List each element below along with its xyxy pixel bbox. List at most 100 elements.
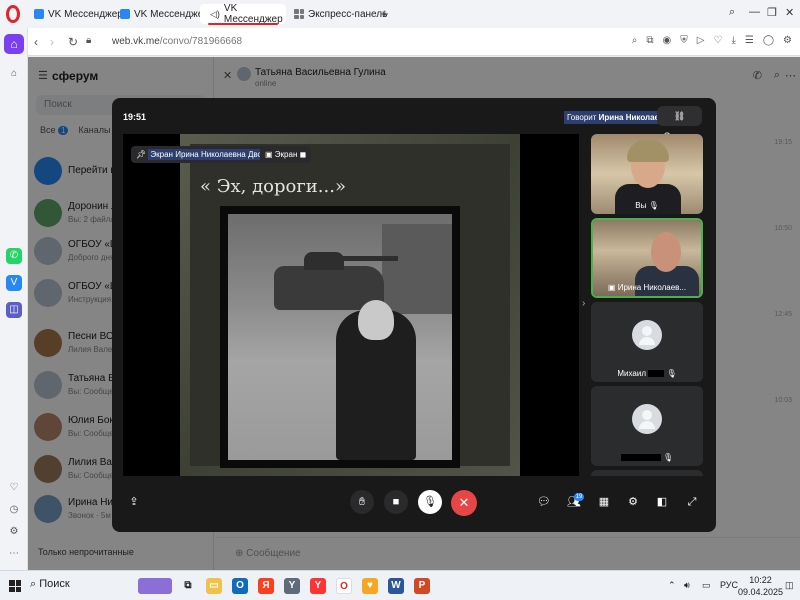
volume-icon[interactable]: 🔊︎	[684, 580, 690, 591]
play-icon[interactable]: ▷	[697, 35, 705, 46]
profile-icon[interactable]: ◯	[763, 35, 774, 46]
screen-share-view[interactable]: « Эх, дороги...» 📌︎ Экран Ирина Николаев…	[123, 134, 579, 476]
url-path: /convo/781966668	[159, 36, 243, 47]
heart-icon[interactable]: ♡	[6, 480, 22, 496]
notifications-icon[interactable]: ◫	[785, 580, 794, 591]
share-screen-icon[interactable]: ⇪	[122, 490, 146, 514]
address-bar: ‹ › ↻ 🔒︎ web.vk.me/convo/781966668 ⌕ ⧉ ◉…	[28, 28, 800, 56]
mic-off-icon: 🎙︎	[666, 369, 677, 378]
outlook-icon[interactable]: O	[232, 578, 248, 594]
participant-label: 🎙︎	[591, 453, 703, 462]
mic-off-icon: 🎙︎	[663, 453, 674, 462]
opera-icon[interactable]: O	[336, 578, 352, 594]
yandex-y-icon[interactable]: Y	[310, 578, 326, 594]
file-explorer-icon[interactable]: ▭	[206, 578, 222, 594]
task-view-icon[interactable]: ⧉	[180, 578, 196, 594]
url-field[interactable]: web.vk.me/convo/781966668	[112, 36, 242, 47]
raise-hand-icon[interactable]: ✋︎	[350, 490, 374, 514]
settings-icon[interactable]: ⚙	[783, 35, 792, 46]
end-call-button[interactable]: ✕	[451, 490, 477, 516]
media-icon[interactable]: ♥	[362, 578, 378, 594]
participant-label: Вы 🎙︎	[635, 201, 659, 210]
camera-icon[interactable]: ◉	[663, 35, 672, 46]
picture-in-picture-icon[interactable]: ◧	[650, 490, 674, 514]
browser-tab-3-active[interactable]: ◁) VK Мессенджер	[200, 3, 286, 25]
forward-icon[interactable]: ›	[50, 35, 54, 49]
woman-figure	[336, 300, 416, 460]
extensions-icon[interactable]: ⧉	[646, 35, 653, 46]
screen-icon: ▣	[265, 150, 273, 159]
menu-icon[interactable]: ☰	[745, 35, 754, 46]
tab-label: VK Мессенджер	[48, 8, 123, 20]
lock-icon[interactable]: 🔒︎	[86, 35, 91, 46]
participant-tile[interactable]: Михаил 🎙︎	[591, 302, 703, 382]
opera-sidebar: ⌂ ⌂ ✆ V ◫ ♡ ◷ ⚙ ⋯	[0, 28, 28, 570]
whatsapp-icon[interactable]: ✆	[6, 248, 22, 264]
search-icon[interactable]: ⌕	[632, 35, 638, 46]
close-window-icon[interactable]: ✕	[785, 6, 794, 19]
chat-icon[interactable]: 💬︎	[532, 490, 556, 514]
yandex-browser-icon[interactable]: Y	[284, 578, 300, 594]
video-call-window: 19:51 Говорит Ирина Николаевна Д. ⛓ Ссыл…	[112, 98, 716, 532]
participant-tile-speaking[interactable]: ▣ Ирина Николаев...	[591, 218, 703, 298]
settings-icon[interactable]: ⚙	[6, 524, 22, 540]
copy-link-button[interactable]: ⛓ Ссылка	[657, 106, 702, 141]
tab-label: VK Мессенджер	[223, 3, 283, 25]
browser-tab-4[interactable]: Экспресс-панель	[288, 4, 393, 24]
participant-tile[interactable]: 🎙︎	[591, 386, 703, 466]
war-photo-image	[228, 214, 452, 460]
participants-strip: Вы 🎙︎ ▣ Ирина Николаев... Михаил 🎙︎ 🎙︎	[591, 134, 703, 476]
windows-start-icon[interactable]	[9, 580, 21, 592]
shared-slide: « Эх, дороги...»	[180, 134, 520, 476]
pin-icon: 📌︎	[136, 150, 147, 159]
home-icon[interactable]: ⌂	[6, 66, 22, 82]
battery-icon[interactable]: ▭	[702, 580, 711, 591]
chevron-up-icon[interactable]: ⌃	[668, 580, 676, 591]
history-icon[interactable]: ◷	[6, 502, 22, 518]
ruined-building	[382, 224, 452, 314]
widget-image-icon[interactable]	[138, 578, 172, 594]
windows-taskbar: ⌕ Поиск ⧉ ▭ O Я Y Y O ♥ W P ⌃ 🔊︎ ▭ РУС 1…	[0, 570, 800, 600]
more-icon[interactable]: ⋯	[6, 546, 22, 562]
opera-logo-icon[interactable]	[6, 5, 20, 23]
reload-icon[interactable]: ↻	[68, 35, 78, 49]
fullscreen-icon[interactable]: ⤢	[680, 490, 704, 514]
browser-tab-strip: VK Мессенджер VK Мессенджер ◁) VK Мессен…	[0, 0, 800, 28]
call-clock: 19:51	[123, 112, 147, 122]
back-icon[interactable]: ‹	[34, 35, 38, 49]
shield-icon[interactable]: ⛨	[680, 35, 688, 46]
camera-icon: ◼	[299, 150, 307, 159]
powerpoint-icon[interactable]: P	[414, 578, 430, 594]
participant-tile[interactable]	[591, 470, 703, 476]
download-icon[interactable]: ⤓	[731, 35, 735, 46]
workspace-icon[interactable]: ⌂	[4, 34, 24, 54]
language-indicator[interactable]: РУС	[720, 580, 738, 590]
speaker-icon[interactable]: ◁)	[210, 9, 220, 20]
chevron-right-icon[interactable]: ›	[582, 298, 585, 309]
word-icon[interactable]: W	[388, 578, 404, 594]
participant-tile-self[interactable]: Вы 🎙︎	[591, 134, 703, 214]
restore-icon[interactable]: ❐	[767, 6, 777, 19]
vk-icon[interactable]: V	[6, 275, 22, 291]
redaction-bar	[620, 454, 661, 462]
camera-icon[interactable]: ■	[384, 490, 408, 514]
search-tabs-icon[interactable]: ⌕	[729, 6, 735, 19]
vk-favicon-icon	[120, 9, 130, 19]
settings-icon[interactable]: ⚙	[621, 490, 645, 514]
messenger-icon[interactable]: ◫	[6, 302, 22, 318]
speed-dial-icon	[294, 9, 304, 19]
heart-icon[interactable]: ♡	[713, 35, 722, 46]
participant-label: ▣ Ирина Николаев...	[607, 283, 687, 292]
minimize-icon[interactable]: —	[749, 6, 760, 18]
new-tab-button[interactable]: +	[381, 6, 389, 21]
avatar-placeholder-icon	[632, 320, 662, 350]
yandex-icon[interactable]: Я	[258, 578, 274, 594]
system-clock[interactable]: 10:22 09.04.2025	[738, 574, 783, 598]
taskbar-search[interactable]: ⌕ Поиск	[30, 578, 70, 591]
mic-muted-icon[interactable]: 🎙︎	[418, 490, 442, 514]
participants-count-badge: 19	[574, 493, 584, 501]
screen-label[interactable]: ▣ Экран ◼	[260, 146, 312, 163]
slide-title: « Эх, дороги...»	[200, 176, 346, 197]
tab-label: Экспресс-панель	[308, 8, 388, 20]
grid-layout-icon[interactable]: ▦	[592, 490, 616, 514]
